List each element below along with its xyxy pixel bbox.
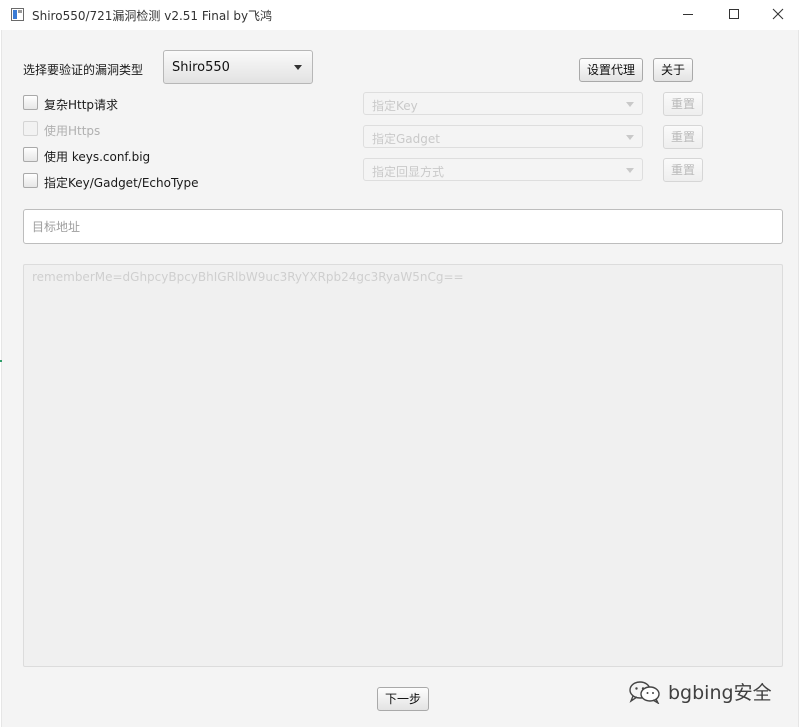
proxy-settings-button[interactable]: 设置代理 [579, 58, 643, 82]
window-title: Shiro550/721漏洞检测 v2.51 Final by飞鸿 [32, 9, 273, 23]
maximize-button[interactable] [712, 0, 758, 30]
watermark-text: bgbing安全 [668, 682, 772, 704]
complex-http-label: 复杂Http请求 [44, 98, 119, 112]
reset-key-button[interactable]: 重置 [663, 92, 703, 116]
use-https-checkbox[interactable] [23, 121, 38, 136]
gadget-select[interactable]: 指定Gadget [363, 125, 643, 148]
specify-key-gadget-checkbox[interactable] [23, 173, 38, 188]
keys-conf-big-checkbox[interactable] [23, 147, 38, 162]
target-url-input[interactable] [23, 209, 783, 244]
vuln-type-value: Shiro550 [172, 60, 230, 75]
key-select[interactable]: 指定Key [363, 92, 643, 115]
vuln-type-select[interactable]: Shiro550 [163, 50, 313, 84]
chevron-down-icon [626, 168, 634, 173]
reset-gadget-button[interactable]: 重置 [663, 125, 703, 149]
app-window-icon [11, 8, 24, 21]
specify-key-gadget-label: 指定Key/Gadget/EchoType [44, 176, 199, 190]
chevron-down-icon [626, 102, 634, 107]
use-https-label: 使用Https [44, 124, 101, 138]
maximize-icon [729, 9, 739, 19]
gadget-select-placeholder: 指定Gadget [372, 132, 440, 146]
chevron-down-icon [294, 65, 302, 70]
about-button[interactable]: 关于 [653, 58, 693, 82]
key-select-placeholder: 指定Key [372, 99, 418, 113]
wechat-icon [629, 681, 660, 704]
keys-conf-big-label: 使用 keys.conf.big [44, 150, 151, 164]
echo-type-select[interactable]: 指定回显方式 [363, 158, 643, 181]
minimize-button[interactable] [666, 0, 712, 30]
edge-marker [0, 360, 2, 362]
next-step-button[interactable]: 下一步 [377, 687, 429, 711]
echo-type-select-placeholder: 指定回显方式 [372, 165, 445, 179]
close-icon [772, 8, 784, 20]
chevron-down-icon [626, 135, 634, 140]
request-output-area[interactable] [23, 264, 783, 667]
minimize-icon [683, 14, 693, 15]
vuln-type-label: 选择要验证的漏洞类型 [23, 63, 144, 77]
title-bar: Shiro550/721漏洞检测 v2.51 Final by飞鸿 [0, 0, 800, 30]
reset-echo-type-button[interactable]: 重置 [663, 158, 703, 182]
close-button[interactable] [756, 0, 800, 30]
complex-http-checkbox[interactable] [23, 95, 38, 110]
